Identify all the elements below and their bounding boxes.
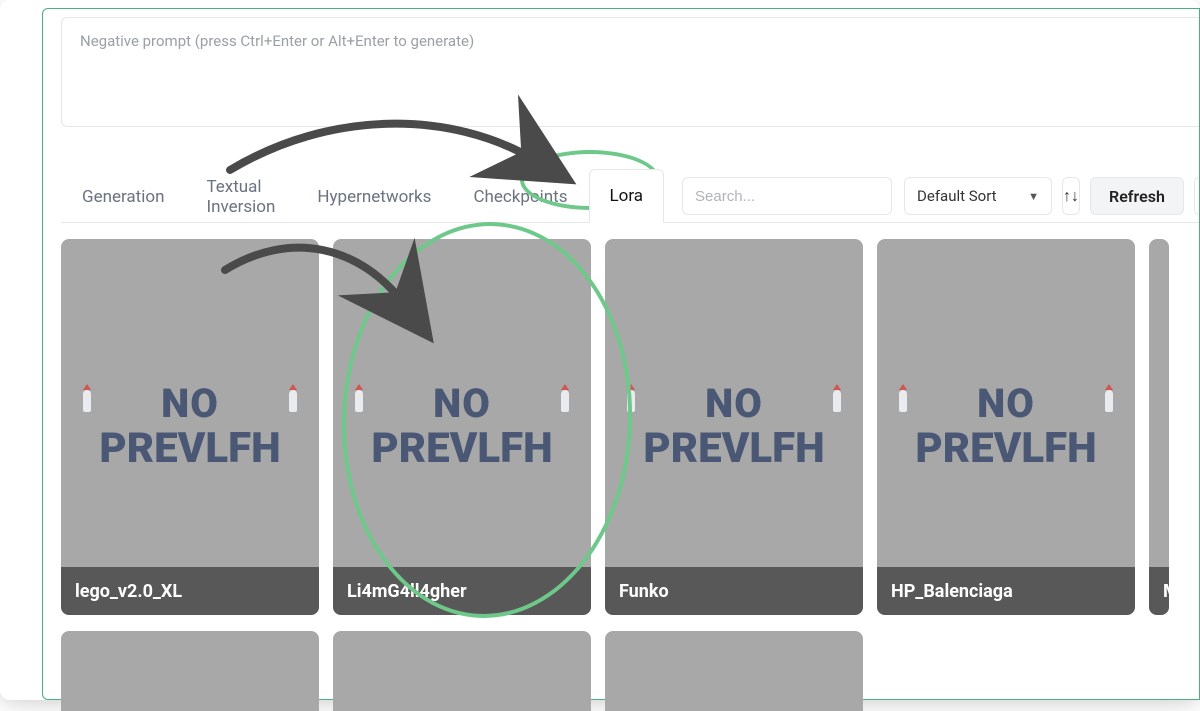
tab-lora[interactable]: Lora	[589, 169, 665, 223]
card-placeholder[interactable]	[61, 631, 319, 711]
rocket-icon	[627, 390, 635, 412]
card-placeholder[interactable]	[605, 631, 863, 711]
search-input[interactable]	[682, 177, 892, 215]
card-preview: NO PREVLFH	[333, 239, 591, 615]
no-preview-line2: PREVLFH	[99, 428, 280, 470]
no-preview-line1: NO	[371, 384, 552, 424]
no-preview-line1: NO	[99, 384, 280, 424]
card-funko[interactable]: NO PREVLFH Funko	[605, 239, 863, 615]
rocket-icon	[899, 390, 907, 412]
no-preview-line1: NO	[643, 384, 824, 424]
card-grid: NO PREVLFH lego_v2.0_XL NO PREVLFH Li4mG…	[61, 239, 1199, 615]
negative-prompt-input[interactable]	[80, 32, 1181, 112]
no-preview-line2: PREVLFH	[371, 428, 552, 470]
no-preview-line2: PREVLFH	[643, 428, 824, 470]
card-li4mg4ll4gher[interactable]: NO PREVLFH Li4mG4ll4gher	[333, 239, 591, 615]
card-partial[interactable]: M	[1149, 239, 1169, 615]
card-name: Li4mG4ll4gher	[333, 567, 591, 615]
card-hp-balenciaga[interactable]: NO PREVLFH HP_Balenciaga	[877, 239, 1135, 615]
no-preview-line2: PREVLFH	[915, 428, 1096, 470]
card-preview: NO PREVLFH	[61, 239, 319, 615]
main-panel: Generation Textual Inversion Hypernetwor…	[42, 8, 1200, 700]
no-preview-line1: NO	[915, 384, 1096, 424]
card-preview: NO PREVLFH	[877, 239, 1135, 615]
rocket-icon	[1105, 390, 1113, 412]
card-name: lego_v2.0_XL	[61, 567, 319, 615]
rocket-icon	[83, 390, 91, 412]
card-lego[interactable]: NO PREVLFH lego_v2.0_XL	[61, 239, 319, 615]
card-placeholder[interactable]	[333, 631, 591, 711]
sort-updown-icon: ↑↓	[1063, 186, 1079, 206]
tab-checkpoints[interactable]: Checkpoints	[452, 169, 588, 223]
sort-dropdown[interactable]: Default Sort ▼	[904, 177, 1052, 215]
tab-textual-inversion[interactable]: Textual Inversion	[185, 169, 296, 223]
rocket-icon	[561, 390, 569, 412]
tabs-list: Generation Textual Inversion Hypernetwor…	[61, 169, 664, 223]
chevron-down-icon: ▼	[1028, 190, 1039, 203]
card-preview: NO PREVLFH	[605, 239, 863, 615]
rocket-icon	[289, 390, 297, 412]
tab-hypernetworks[interactable]: Hypernetworks	[296, 169, 452, 223]
overflow-cutoff	[1194, 177, 1199, 215]
rocket-icon	[833, 390, 841, 412]
sort-direction-button[interactable]: ↑↓	[1062, 177, 1080, 215]
refresh-button[interactable]: Refresh	[1090, 177, 1184, 215]
tab-toolbar: Generation Textual Inversion Hypernetwor…	[61, 169, 1199, 223]
card-name: M	[1149, 567, 1169, 615]
negative-prompt-field[interactable]	[61, 17, 1199, 127]
card-grid-row2	[61, 631, 1199, 711]
rocket-icon	[355, 390, 363, 412]
tab-generation[interactable]: Generation	[61, 169, 185, 223]
card-name: Funko	[605, 567, 863, 615]
card-name: HP_Balenciaga	[877, 567, 1135, 615]
sort-selected-label: Default Sort	[917, 187, 997, 205]
